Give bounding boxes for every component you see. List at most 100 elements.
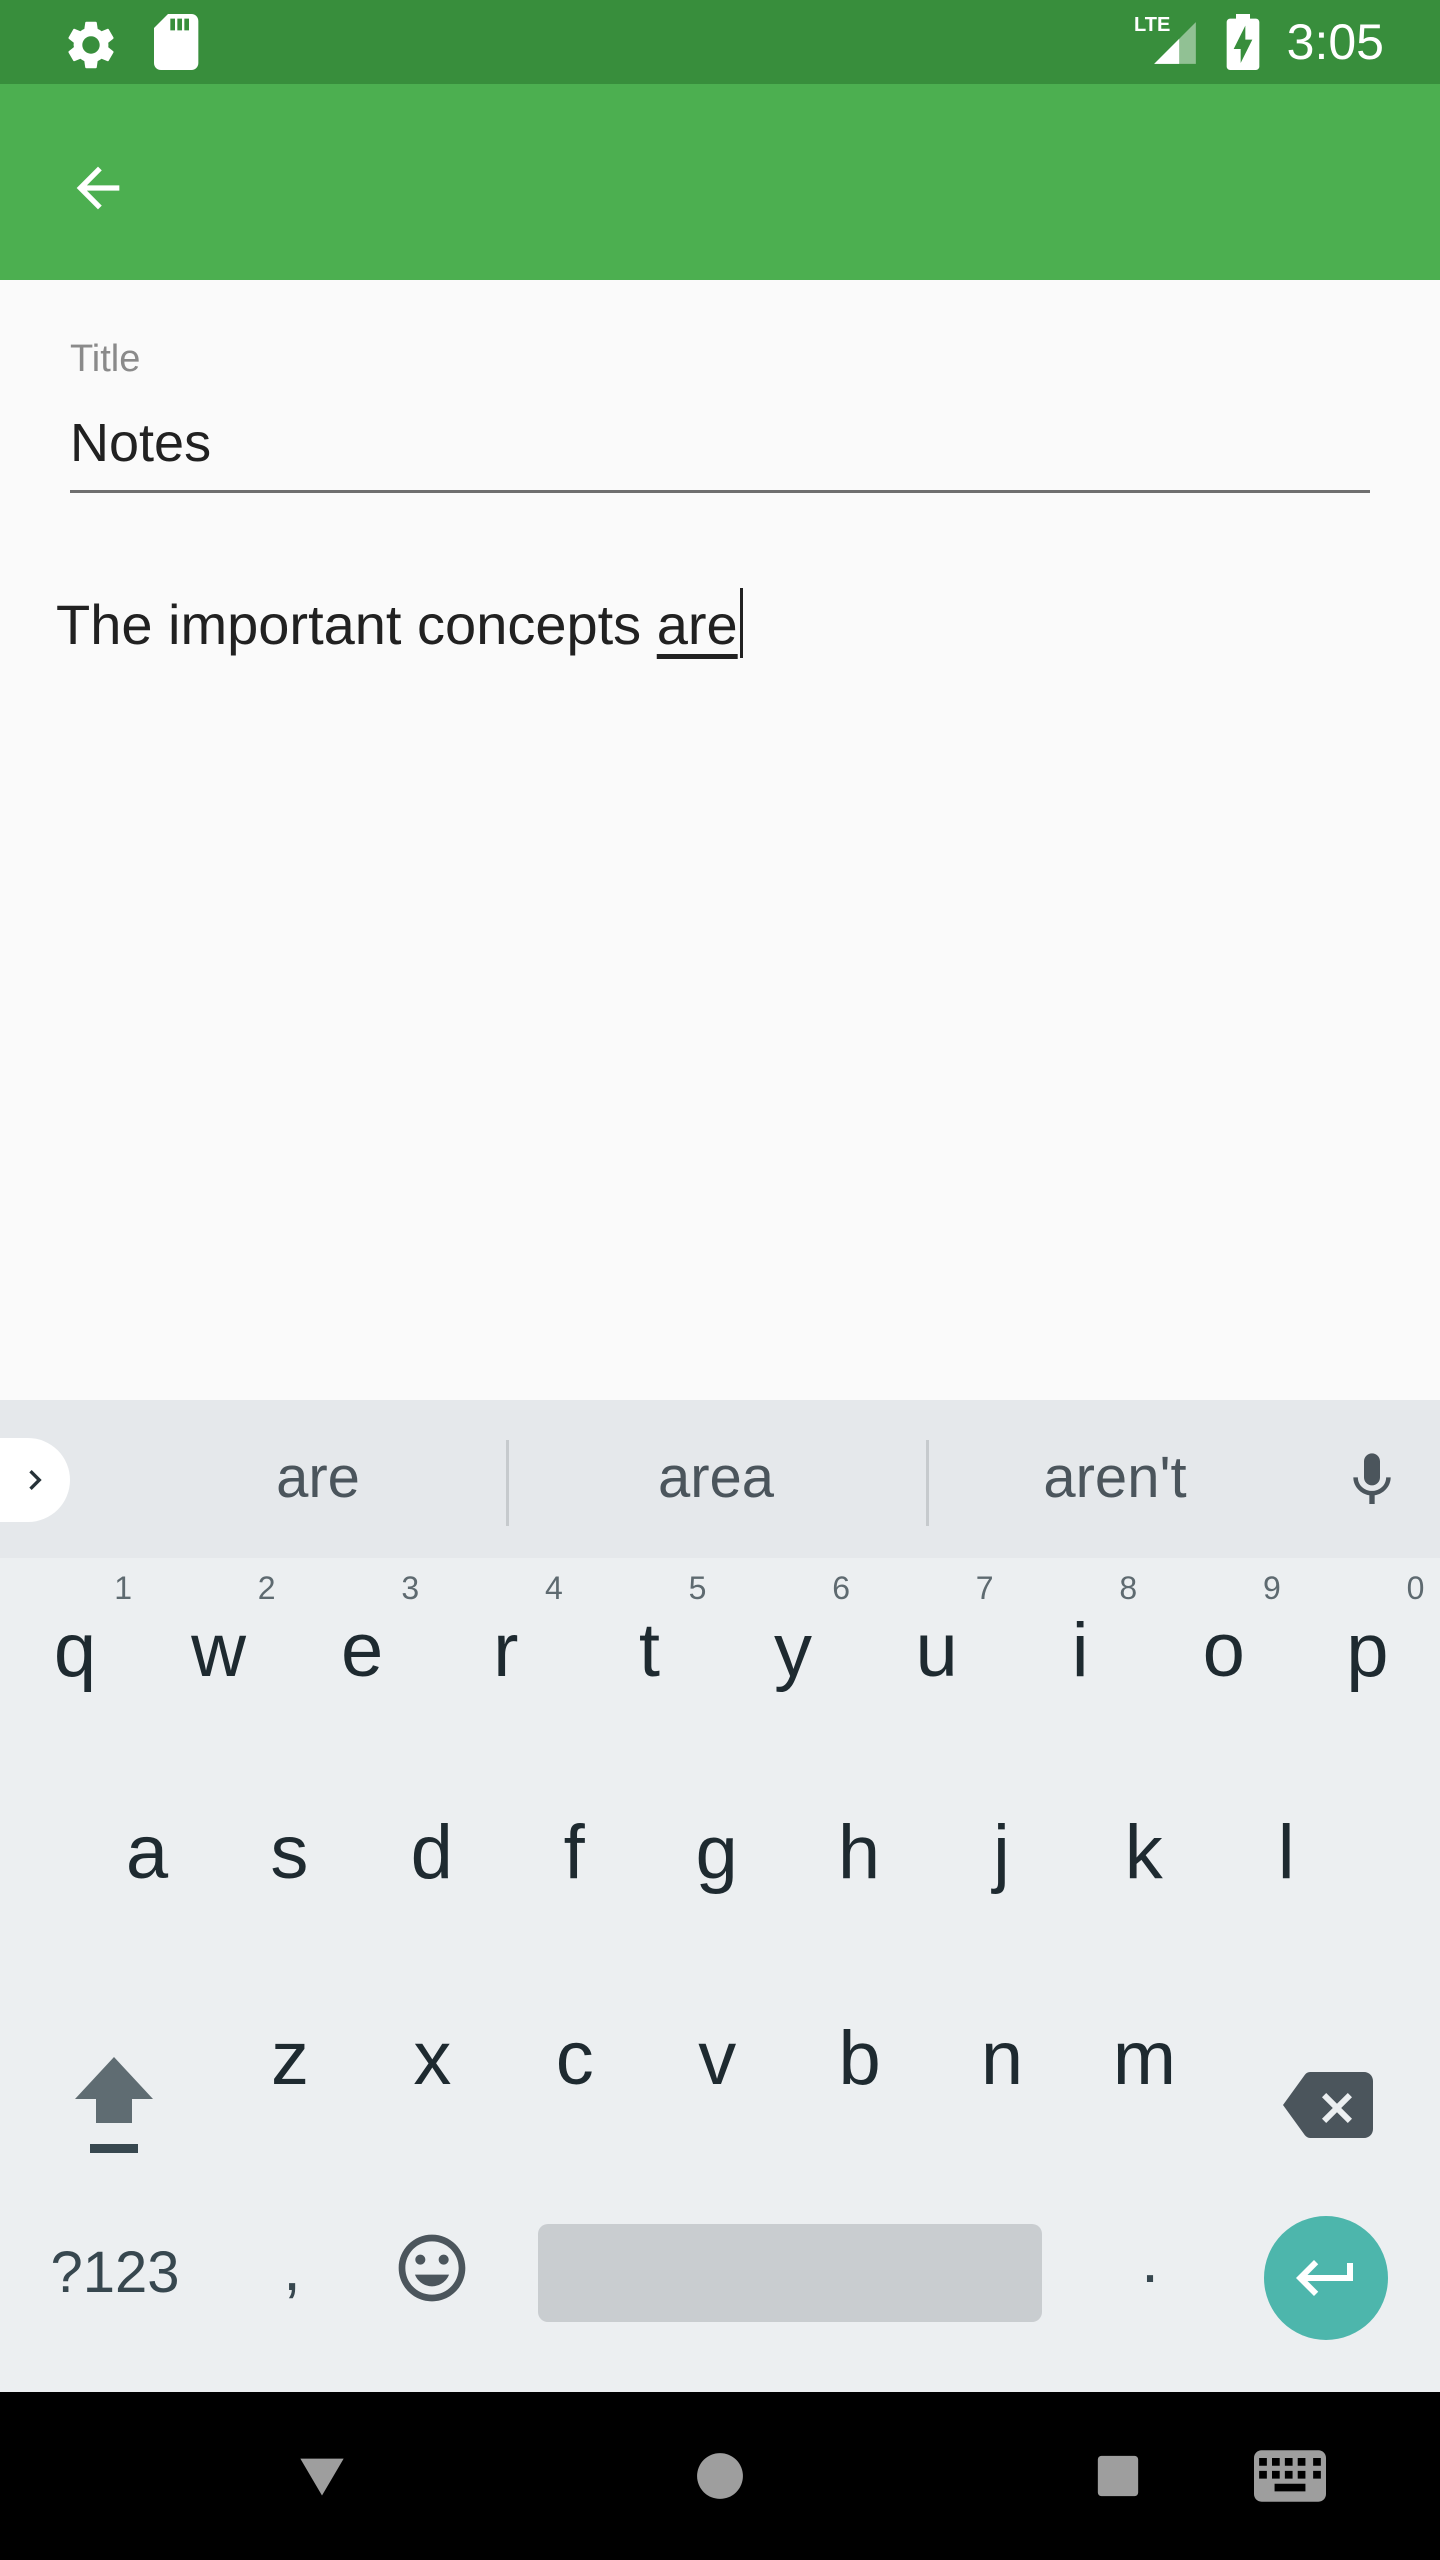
key-number-hint: 6: [832, 1570, 850, 1606]
key-label: s: [270, 1810, 309, 1895]
shift-key[interactable]: [62, 2030, 166, 2180]
key-j[interactable]: j: [930, 1760, 1072, 1940]
key-number-hint: 7: [975, 1570, 994, 1606]
key-label: i: [1071, 1608, 1089, 1693]
key-label: l: [1277, 1810, 1295, 1895]
key-r[interactable]: r4: [435, 1558, 577, 1738]
key-v[interactable]: v: [646, 1966, 788, 2146]
key-h[interactable]: h: [788, 1760, 930, 1940]
symbols-key[interactable]: ?123: [30, 2212, 200, 2332]
nav-back-button[interactable]: [282, 2436, 362, 2516]
key-label: o: [1202, 1608, 1245, 1693]
key-q[interactable]: q1: [4, 1558, 146, 1738]
key-label: r: [493, 1608, 519, 1693]
key-number-hint: 1: [114, 1570, 132, 1606]
key-a[interactable]: a: [76, 1760, 218, 1940]
expand-suggestions-button[interactable]: [0, 1438, 70, 1522]
app-bar: [0, 84, 1440, 280]
nav-recents-button[interactable]: [1078, 2436, 1158, 2516]
key-label: k: [1124, 1810, 1163, 1895]
note-body-text: The important concepts: [56, 593, 657, 656]
square-icon: [1097, 2455, 1139, 2497]
nav-home-button[interactable]: [680, 2436, 760, 2516]
keyboard-icon: [1254, 2450, 1326, 2502]
key-b[interactable]: b: [789, 1966, 931, 2146]
key-label: g: [695, 1810, 738, 1895]
emoji-key[interactable]: [380, 2208, 484, 2328]
suggestion-3[interactable]: aren't: [975, 1444, 1255, 1511]
key-number-hint: 5: [688, 1570, 707, 1606]
key-label: b: [838, 2016, 881, 2101]
key-x[interactable]: x: [361, 1966, 503, 2146]
key-f[interactable]: f: [503, 1760, 645, 1940]
enter-icon: [1296, 2260, 1353, 2296]
emoji-icon: [398, 2234, 466, 2302]
key-label: h: [837, 1810, 881, 1895]
key-z[interactable]: z: [219, 1966, 361, 2146]
key-i[interactable]: i8: [1009, 1558, 1151, 1738]
key-label: p: [1346, 1608, 1389, 1693]
enter-key[interactable]: [1264, 2216, 1388, 2340]
key-u[interactable]: u7: [866, 1558, 1008, 1738]
key-label: n: [980, 2016, 1024, 2101]
key-label: c: [555, 2016, 594, 2101]
key-label: d: [410, 1810, 453, 1895]
key-m[interactable]: m: [1073, 1966, 1215, 2146]
key-w[interactable]: w2: [148, 1558, 290, 1738]
key-n[interactable]: n: [931, 1966, 1073, 2146]
clock: 3:05: [1286, 14, 1384, 70]
key-label: t: [638, 1608, 660, 1693]
keyboard: are area aren't q1w2e3r4t5y6u7i8o9p0 asd…: [0, 1400, 1440, 2392]
signal-icon: [1150, 18, 1200, 73]
settings-icon: [62, 16, 120, 79]
backspace-icon: [1283, 2072, 1373, 2138]
status-bar: LTE 3:05: [0, 0, 1440, 84]
suggestion-bar: are area aren't: [0, 1400, 1440, 1558]
key-c[interactable]: c: [504, 1966, 646, 2146]
key-number-hint: 2: [257, 1570, 276, 1606]
key-e[interactable]: e3: [291, 1558, 433, 1738]
key-number-hint: 8: [1119, 1570, 1138, 1606]
key-label: y: [774, 1608, 812, 1693]
key-d[interactable]: d: [361, 1760, 503, 1940]
key-label: f: [563, 1810, 585, 1895]
key-k[interactable]: k: [1073, 1760, 1215, 1940]
chevron-right-icon: [29, 1470, 42, 1490]
key-label: m: [1112, 2016, 1177, 2101]
backspace-key[interactable]: [1270, 2030, 1386, 2180]
title-label: Title: [70, 338, 141, 380]
back-button[interactable]: [48, 138, 148, 238]
suggestion-2[interactable]: area: [576, 1444, 856, 1511]
title-underline: [70, 490, 1370, 493]
key-s[interactable]: s: [218, 1760, 360, 1940]
text-cursor: [739, 588, 743, 658]
key-label: u: [915, 1608, 958, 1693]
key-g[interactable]: g: [646, 1760, 788, 1940]
key-o[interactable]: o9: [1153, 1558, 1295, 1738]
key-label: x: [413, 2016, 452, 2101]
space-bar[interactable]: [538, 2224, 1042, 2322]
title-input[interactable]: Notes: [70, 412, 1370, 492]
title-input-value: Notes: [70, 413, 212, 473]
key-label: j: [992, 1810, 1010, 1895]
key-y[interactable]: y6: [722, 1558, 864, 1738]
comma-key[interactable]: ,: [232, 2208, 352, 2328]
suggestion-divider: [926, 1440, 929, 1526]
key-number-hint: 3: [401, 1570, 420, 1606]
key-number-hint: 4: [545, 1570, 563, 1606]
voice-input-button[interactable]: [1340, 1444, 1404, 1521]
suggestion-1[interactable]: are: [178, 1444, 458, 1511]
period-key[interactable]: .: [1090, 2200, 1210, 2320]
key-l[interactable]: l: [1215, 1760, 1357, 1940]
key-t[interactable]: t5: [578, 1558, 720, 1738]
key-label: e: [341, 1608, 384, 1693]
circle-icon: [697, 2453, 743, 2499]
microphone-icon: [1353, 1453, 1391, 1504]
battery-charging-icon: [1226, 14, 1260, 75]
shift-icon: [75, 2057, 153, 2153]
key-label: w: [191, 1608, 247, 1693]
note-body-input[interactable]: The important concepts are: [56, 588, 743, 658]
key-p[interactable]: p0: [1296, 1558, 1438, 1738]
nav-keyboard-switch-button[interactable]: [1240, 2436, 1340, 2516]
key-number-hint: 9: [1263, 1570, 1281, 1606]
